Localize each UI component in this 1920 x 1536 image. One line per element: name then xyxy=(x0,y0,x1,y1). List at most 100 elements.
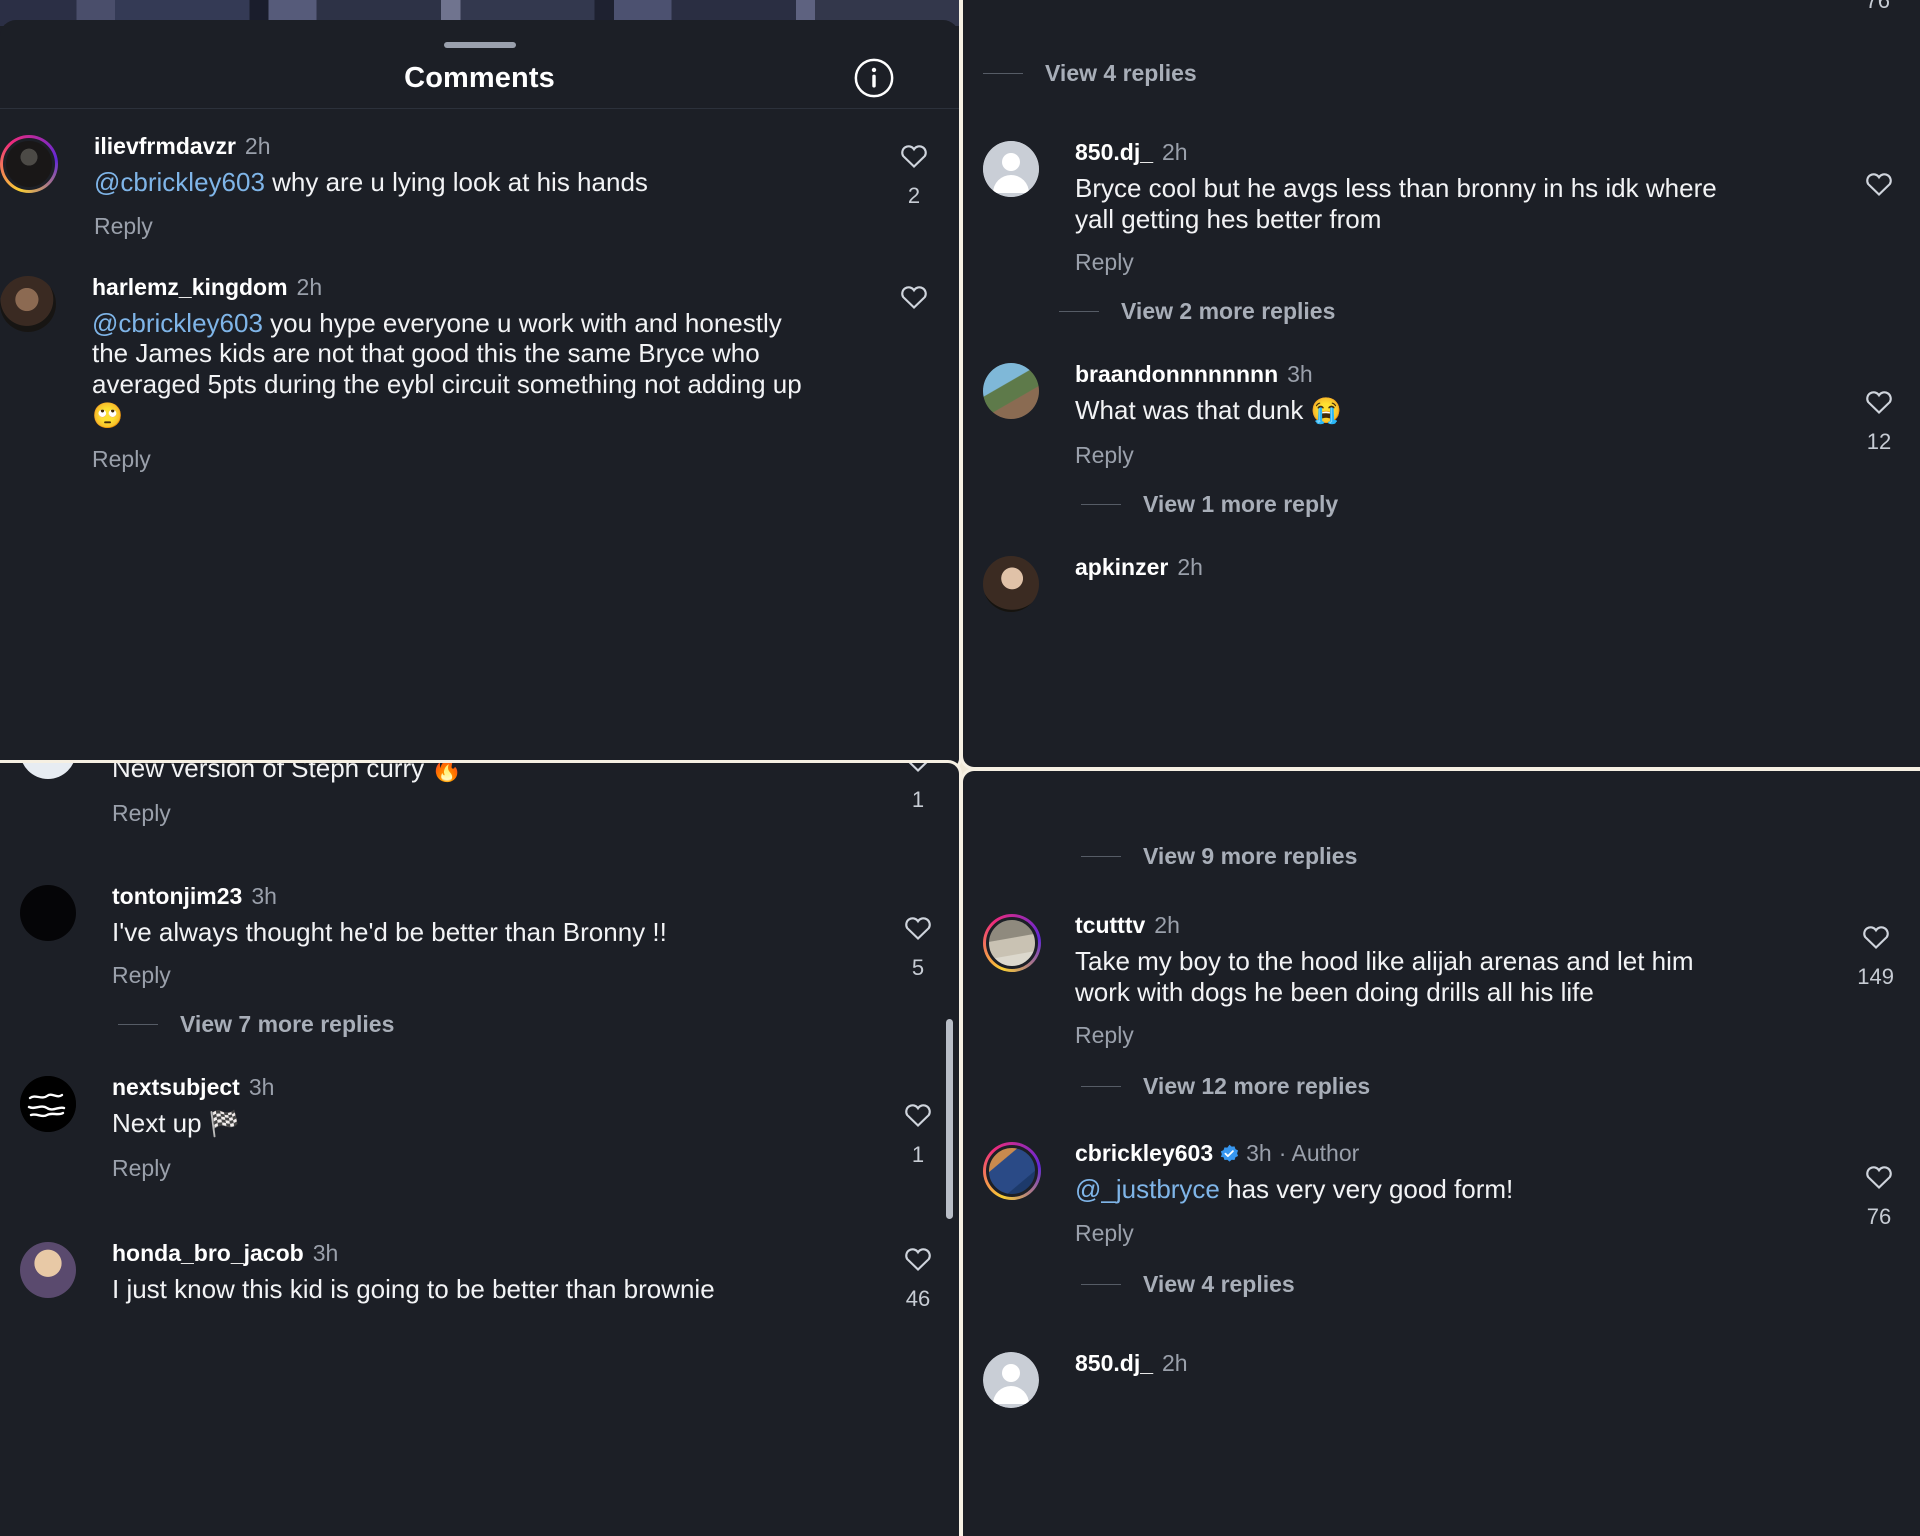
mention-link[interactable]: @_justbryce xyxy=(1075,1174,1220,1204)
avatar[interactable] xyxy=(983,914,1041,974)
comments-list-bottom-right[interactable]: View 9 more replies tcutttv 2h Take my b… xyxy=(963,843,1920,1536)
comment-username[interactable]: braandonnnnnnnn xyxy=(1075,363,1278,386)
view-replies-button[interactable]: View 7 more replies xyxy=(0,1011,959,1038)
comment-item[interactable]: harlemz_kingdom 2h @cbrickley603 you hyp… xyxy=(0,240,959,474)
comment-item[interactable]: nextsubject 3h Next up 🏁 Reply 1 xyxy=(0,1038,959,1182)
comments-list-bottom-left[interactable]: New version of Steph curry 🔥 Reply 1 ton… xyxy=(0,763,959,1536)
heart-icon[interactable] xyxy=(903,760,933,773)
comment-fragment[interactable]: New version of Steph curry 🔥 Reply 1 xyxy=(0,763,959,827)
avatar[interactable] xyxy=(983,1142,1041,1202)
scrollbar-thumb[interactable] xyxy=(946,1019,953,1219)
story-ring xyxy=(983,914,1041,972)
avatar[interactable] xyxy=(20,884,76,941)
comment-body: cbrickley603 3h · Author @_justbryce has… xyxy=(1075,1142,1920,1247)
heart-icon[interactable] xyxy=(903,1100,933,1128)
like-control[interactable]: 46 xyxy=(903,1244,933,1312)
like-control[interactable]: 149 xyxy=(1857,922,1894,990)
avatar[interactable] xyxy=(20,1076,76,1133)
comment-username[interactable]: cbrickley603 xyxy=(1075,1142,1213,1165)
reply-button[interactable]: Reply xyxy=(112,962,171,989)
heart-icon[interactable] xyxy=(1864,387,1894,415)
comment-timestamp: 2h xyxy=(296,273,323,300)
reply-button[interactable]: Reply xyxy=(1075,442,1134,469)
comment-username[interactable]: nextsubject xyxy=(112,1076,240,1099)
avatar[interactable] xyxy=(983,141,1039,197)
like-control[interactable]: 2 xyxy=(899,141,929,209)
divider-line xyxy=(1081,503,1121,505)
avatar[interactable] xyxy=(0,135,58,195)
comment-item[interactable]: honda_bro_jacob 3h I just know this kid … xyxy=(0,1182,959,1311)
heart-icon[interactable] xyxy=(903,913,933,941)
comment-timestamp: 2h xyxy=(1154,912,1180,938)
heart-icon[interactable] xyxy=(899,282,929,310)
heart-icon[interactable] xyxy=(1864,169,1894,197)
comment-username[interactable]: harlemz_kingdom xyxy=(92,275,288,299)
view-replies-button[interactable]: View 4 replies xyxy=(963,60,1920,87)
info-circle-icon[interactable] xyxy=(853,57,895,99)
comment-username[interactable]: 850.dj_ xyxy=(1075,141,1153,164)
comment-item[interactable]: ilievfrmdavzr 2h @cbrickley603 why are u… xyxy=(0,109,959,240)
avatar-image-default xyxy=(983,1352,1039,1409)
like-control[interactable]: 76 xyxy=(1864,1162,1894,1230)
heart-icon[interactable] xyxy=(903,1244,933,1272)
view-replies-button[interactable]: View 1 more reply xyxy=(963,491,1920,518)
like-count: 149 xyxy=(1857,964,1894,989)
comment-item[interactable]: tcutttv 2h Take my boy to the hood like … xyxy=(963,870,1920,1049)
comment-timestamp: 3h xyxy=(1287,361,1313,388)
comments-list-top-right[interactable]: Reply 76 View 4 replies xyxy=(963,0,1920,767)
reply-button[interactable]: Reply xyxy=(112,800,171,827)
comments-list-top-left[interactable]: ilievfrmdavzr 2h @cbrickley603 why are u… xyxy=(0,109,959,769)
comment-item[interactable]: tontonjim23 3h I've always thought he'd … xyxy=(0,827,959,990)
reply-button[interactable]: Reply xyxy=(92,446,151,473)
like-control[interactable]: 1 xyxy=(903,1100,933,1168)
like-control[interactable]: 5 xyxy=(903,913,933,981)
like-control[interactable]: 12 xyxy=(1864,387,1894,455)
comment-username[interactable]: apkinzer xyxy=(1075,555,1168,579)
heart-icon[interactable] xyxy=(1861,922,1891,950)
avatar[interactable] xyxy=(983,1352,1039,1409)
comment-item[interactable]: apkinzer 2h xyxy=(963,518,1920,612)
panel-top-right: Reply 76 View 4 replies xyxy=(960,0,1920,770)
mention-link[interactable]: @cbrickley603 xyxy=(92,308,263,338)
heart-icon[interactable] xyxy=(899,141,929,169)
avatar[interactable] xyxy=(983,363,1039,420)
reply-button[interactable]: Reply xyxy=(1075,1022,1134,1049)
comment-body: tontonjim23 3h I've always thought he'd … xyxy=(112,884,959,990)
like-control[interactable]: 1 xyxy=(903,760,933,813)
mention-link[interactable]: @cbrickley603 xyxy=(94,167,265,197)
comment-username[interactable]: tcutttv xyxy=(1075,914,1145,937)
avatar[interactable] xyxy=(20,763,76,779)
view-replies-button[interactable]: View 9 more replies xyxy=(963,843,1920,870)
reply-button[interactable]: Reply xyxy=(1075,1220,1134,1247)
avatar-image xyxy=(986,917,1038,969)
comment-body: New version of Steph curry 🔥 Reply xyxy=(112,763,959,827)
avatar[interactable] xyxy=(0,275,56,332)
view-replies-button[interactable]: View 2 more replies xyxy=(963,298,1920,325)
reply-button[interactable]: Reply xyxy=(112,1155,171,1182)
like-control[interactable] xyxy=(1864,169,1894,211)
avatar[interactable] xyxy=(983,555,1039,612)
comment-username[interactable]: ilievfrmdavzr xyxy=(94,135,236,158)
comment-item[interactable]: 850.dj_ 2h Bryce cool but he avgs less t… xyxy=(963,87,1920,276)
comment-username[interactable]: honda_bro_jacob xyxy=(112,1241,304,1265)
like-count: 1 xyxy=(911,1142,925,1168)
divider-line xyxy=(1081,856,1121,857)
comment-timestamp: 3h xyxy=(312,1239,339,1266)
view-replies-button[interactable]: View 4 replies xyxy=(963,1271,1920,1298)
comment-username[interactable]: tontonjim23 xyxy=(112,884,242,908)
reply-button[interactable]: Reply xyxy=(1075,249,1134,276)
like-count: 46 xyxy=(905,1285,931,1311)
emoji-glyph: 🏁 xyxy=(208,1110,240,1139)
comment-username[interactable]: 850.dj_ xyxy=(1075,1352,1153,1375)
avatar[interactable] xyxy=(20,1241,76,1298)
comment-item[interactable]: cbrickley603 3h · Author @_justbryce has… xyxy=(963,1100,1920,1247)
reply-button[interactable]: Reply xyxy=(94,213,153,240)
comment-item[interactable]: 850.dj_ 2h xyxy=(963,1298,1920,1409)
comment-body: nextsubject 3h Next up 🏁 Reply xyxy=(112,1076,959,1182)
heart-icon[interactable] xyxy=(1864,1162,1894,1190)
view-replies-button[interactable]: View 12 more replies xyxy=(963,1073,1920,1100)
like-control[interactable] xyxy=(899,282,929,324)
comment-item[interactable]: braandonnnnnnnn 3h What was that dunk 😭 … xyxy=(963,325,1920,469)
divider-line xyxy=(1081,1284,1121,1286)
comment-timestamp: 3h xyxy=(248,1074,275,1101)
